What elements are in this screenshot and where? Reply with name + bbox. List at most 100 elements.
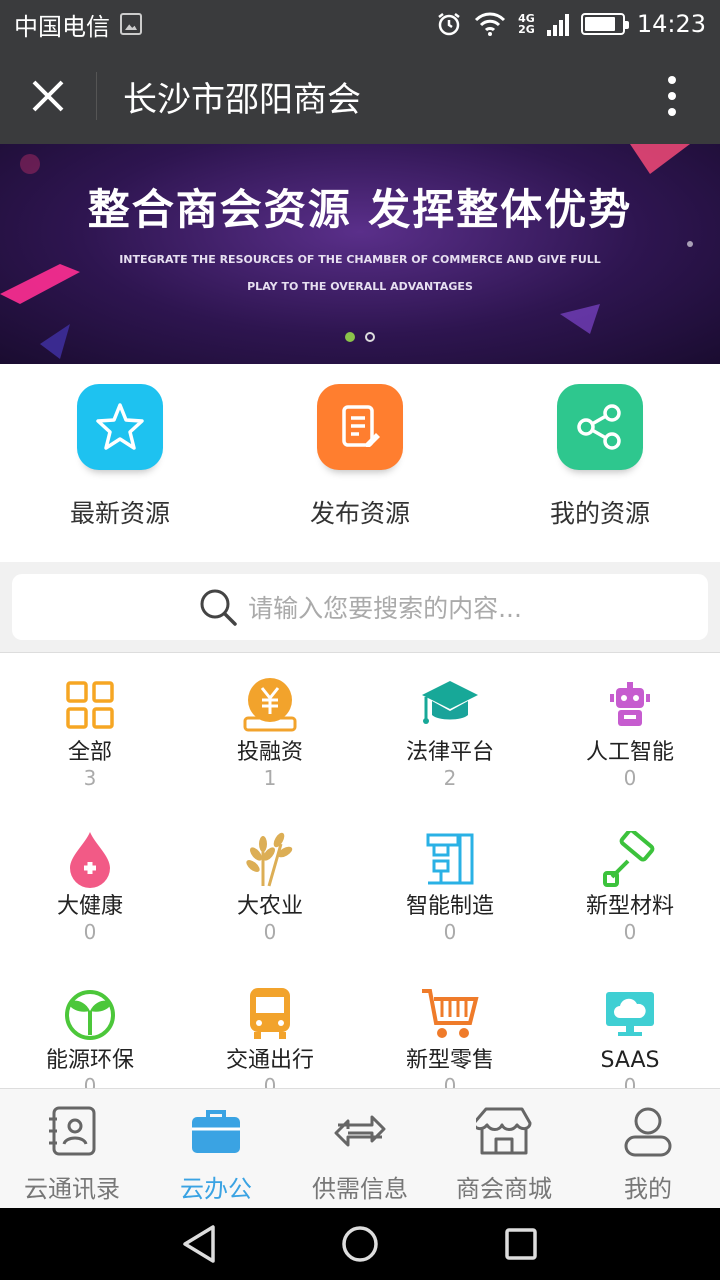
home-icon[interactable] (340, 1224, 380, 1264)
contacts-icon (44, 1103, 100, 1159)
category-health[interactable]: 大健康 0 (0, 807, 180, 961)
category-name: 投融资 (236, 740, 303, 765)
category-saas[interactable]: SAAS 0 (540, 961, 720, 1088)
category-count: 0 (623, 920, 637, 944)
grid-icon (60, 675, 120, 735)
nav-office[interactable]: 云办公 (144, 1089, 288, 1208)
banner-carousel[interactable]: 整合商会资源 发挥整体优势 INTEGRATE THE RESOURCES OF… (0, 144, 720, 364)
category-ai[interactable]: 人工智能 0 (540, 653, 720, 807)
user-icon (620, 1103, 676, 1159)
share-icon (557, 384, 643, 470)
category-count: 2 (443, 766, 457, 790)
bottom-nav: 云通讯录 云办公 供需信息 商会商城 我的 (0, 1088, 720, 1208)
category-retail[interactable]: 新型零售 0 (360, 961, 540, 1088)
category-count: 0 (263, 920, 277, 944)
back-icon[interactable] (181, 1224, 217, 1264)
banner-title: 整合商会资源 发挥整体优势 (87, 185, 633, 234)
category-legal[interactable]: 法律平台 2 (360, 653, 540, 807)
title-bar: 长沙市邵阳商会 (0, 48, 720, 144)
robot-icon (600, 675, 660, 735)
nav-label: 供需信息 (312, 1175, 408, 1203)
roller-icon (600, 829, 660, 889)
category-name: 新型零售 (405, 1048, 494, 1073)
wheat-icon (240, 829, 300, 889)
cart-icon (420, 983, 480, 1043)
category-agriculture[interactable]: 大农业 0 (180, 807, 360, 961)
store-icon (476, 1103, 532, 1159)
nav-mall[interactable]: 商会商城 (432, 1089, 576, 1208)
latest-resources-button[interactable]: 最新资源 (0, 364, 240, 562)
more-button[interactable] (624, 48, 720, 144)
category-count: 0 (443, 920, 457, 944)
system-nav-bar (0, 1208, 720, 1280)
category-name: 大健康 (56, 894, 123, 919)
edit-document-icon (317, 384, 403, 470)
category-count: 0 (83, 1074, 97, 1088)
network-bottom-label: 2G (518, 23, 535, 36)
alarm-icon (438, 13, 460, 36)
search-placeholder: 请输入您要搜索的内容... (248, 594, 522, 623)
star-icon (77, 384, 163, 470)
battery-icon (580, 13, 629, 35)
nav-me[interactable]: 我的 (576, 1089, 720, 1208)
carrier-label: 中国电信 (14, 12, 110, 41)
nav-label: 云通讯录 (24, 1175, 120, 1203)
category-name: 新型材料 (585, 894, 674, 919)
briefcase-icon (188, 1103, 244, 1159)
cloud-monitor-icon (600, 983, 660, 1043)
yen-coin-icon (240, 675, 300, 735)
category-all[interactable]: 全部 3 (0, 653, 180, 807)
graduation-cap-icon (420, 675, 480, 735)
exchange-icon (332, 1103, 388, 1159)
nav-supply-demand[interactable]: 供需信息 (288, 1089, 432, 1208)
signal-icon (546, 12, 569, 36)
clock: 14:23 (636, 10, 706, 38)
recents-icon[interactable] (503, 1226, 539, 1262)
banner-subtitle-line-1: INTEGRATE THE RESOURCES OF THE CHAMBER O… (119, 253, 601, 266)
category-name: 人工智能 (585, 740, 674, 765)
category-transport[interactable]: 交通出行 0 (180, 961, 360, 1088)
image-notification-icon (120, 13, 142, 35)
close-button[interactable] (0, 48, 96, 144)
page-title: 长沙市邵阳商会 (123, 79, 361, 120)
nav-label: 云办公 (180, 1175, 252, 1203)
status-bar: 中国电信 4G 2G 14:23 (0, 0, 720, 48)
nav-label: 商会商城 (456, 1175, 552, 1203)
category-energy[interactable]: 能源环保 0 (0, 961, 180, 1088)
category-count: 1 (263, 766, 277, 790)
category-name: 法律平台 (405, 740, 494, 765)
category-investment[interactable]: 投融资 1 (180, 653, 360, 807)
carousel-indicator (0, 332, 720, 342)
publish-resource-label: 发布资源 (309, 499, 410, 528)
banner-subtitle: INTEGRATE THE RESOURCES OF THE CHAMBER O… (60, 246, 660, 300)
banner-subtitle-line-2: PLAY TO THE OVERALL ADVANTAGES (247, 280, 473, 293)
category-name: SAAS (600, 1048, 660, 1073)
category-count: 0 (83, 920, 97, 944)
health-drop-icon (60, 829, 120, 889)
search-input[interactable]: 请输入您要搜索的内容... (12, 574, 708, 640)
category-count: 3 (83, 766, 97, 790)
category-count: 0 (263, 1074, 277, 1088)
publish-resource-button[interactable]: 发布资源 (240, 364, 480, 562)
bus-icon (240, 983, 300, 1043)
category-name: 交通出行 (225, 1048, 314, 1073)
my-resources-label: 我的资源 (549, 499, 650, 528)
category-count: 0 (623, 1074, 637, 1088)
category-grid: 全部 3 投融资 1 法律平台 2 人工智能 0 大健康 0 大农业 0 智能制… (0, 652, 720, 1088)
category-count: 0 (623, 766, 637, 790)
category-manufacturing[interactable]: 智能制造 0 (360, 807, 540, 961)
carousel-dot-2[interactable] (365, 332, 375, 342)
network-type: 4G 2G (518, 13, 535, 35)
carousel-dot-1[interactable] (345, 332, 355, 342)
category-materials[interactable]: 新型材料 0 (540, 807, 720, 961)
category-count: 0 (443, 1074, 457, 1088)
nav-contacts[interactable]: 云通讯录 (0, 1089, 144, 1208)
sprout-icon (60, 983, 120, 1043)
machine-icon (420, 829, 480, 889)
my-resources-button[interactable]: 我的资源 (480, 364, 720, 562)
wifi-icon (475, 12, 506, 36)
category-name: 智能制造 (405, 894, 494, 919)
close-icon (32, 80, 64, 112)
quick-actions: 最新资源 发布资源 我的资源 (0, 364, 720, 562)
latest-resources-label: 最新资源 (69, 499, 170, 528)
